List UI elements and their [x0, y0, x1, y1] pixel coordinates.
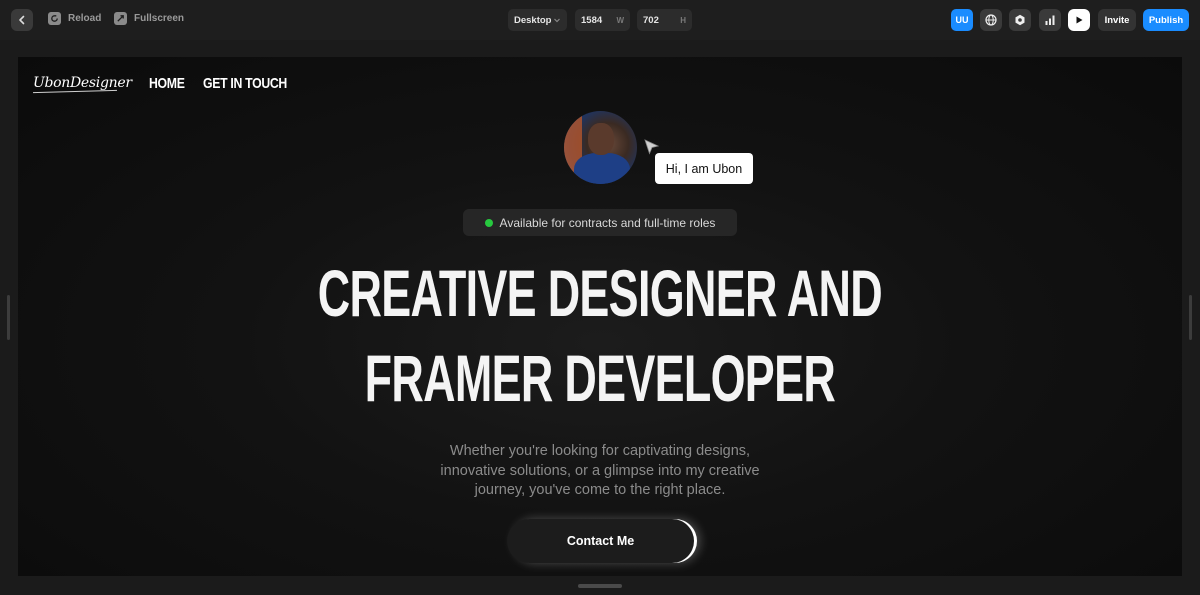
publish-button[interactable]: Publish: [1143, 9, 1189, 31]
greeting-bubble: Hi, I am Ubon: [655, 153, 753, 184]
fullscreen-button[interactable]: Fullscreen: [114, 12, 184, 25]
chevron-left-icon: [19, 15, 25, 25]
right-resize-handle[interactable]: [1189, 295, 1192, 340]
device-select-value: Desktop: [514, 14, 552, 26]
height-unit: H: [680, 15, 686, 25]
preview-play-button[interactable]: [1068, 9, 1090, 31]
chevron-down-icon: [554, 18, 560, 23]
height-input[interactable]: 702 H: [637, 9, 692, 31]
hero-headline-line1-text: CREATIVE DESIGNER AND: [317, 256, 883, 330]
globe-button[interactable]: [980, 9, 1002, 31]
fullscreen-icon: [114, 12, 127, 25]
profile-photo: [564, 111, 637, 184]
availability-badge: Available for contracts and full-time ro…: [463, 209, 737, 236]
site-preview: UbonDesigner HOME GET IN TOUCH Hi, I am …: [18, 57, 1182, 576]
status-dot: [484, 218, 493, 227]
height-value: 702: [643, 14, 659, 26]
device-select[interactable]: Desktop: [508, 9, 567, 31]
settings-button[interactable]: [1009, 9, 1031, 31]
reload-label: Reload: [68, 13, 102, 24]
analytics-button[interactable]: [1039, 9, 1061, 31]
hero-headline-line1: CREATIVE DESIGNER AND: [18, 260, 1182, 326]
reload-icon: [48, 12, 61, 25]
play-icon: [1076, 16, 1083, 24]
editor-toolbar: Reload Fullscreen Desktop 1584 W 702 H U…: [0, 0, 1200, 40]
width-unit: W: [616, 15, 624, 25]
bottom-resize-handle[interactable]: [578, 584, 622, 588]
width-input[interactable]: 1584 W: [575, 9, 630, 31]
reload-button[interactable]: Reload: [48, 12, 101, 25]
nav-get-in-touch[interactable]: GET IN TOUCH: [203, 75, 287, 92]
availability-text: Available for contracts and full-time ro…: [499, 215, 716, 230]
back-button[interactable]: [11, 9, 33, 31]
fullscreen-label: Fullscreen: [134, 13, 185, 24]
site-logo[interactable]: UbonDesigner: [33, 75, 132, 91]
nav-home[interactable]: HOME: [149, 75, 185, 92]
width-value: 1584: [581, 14, 603, 26]
hero-headline-line2: FRAMER DEVELOPER: [18, 345, 1182, 411]
hero-subtitle: Whether you're looking for captivating d…: [440, 443, 760, 498]
user-avatar[interactable]: UU: [951, 9, 973, 31]
settings-icon: [1015, 14, 1025, 26]
globe-icon: [985, 14, 997, 26]
hero-headline-line2-text: FRAMER DEVELOPER: [364, 341, 836, 415]
left-resize-handle[interactable]: [7, 295, 10, 340]
invite-button[interactable]: Invite: [1098, 9, 1136, 31]
contact-me-button[interactable]: Contact Me: [507, 519, 694, 563]
analytics-icon: [1045, 15, 1055, 25]
